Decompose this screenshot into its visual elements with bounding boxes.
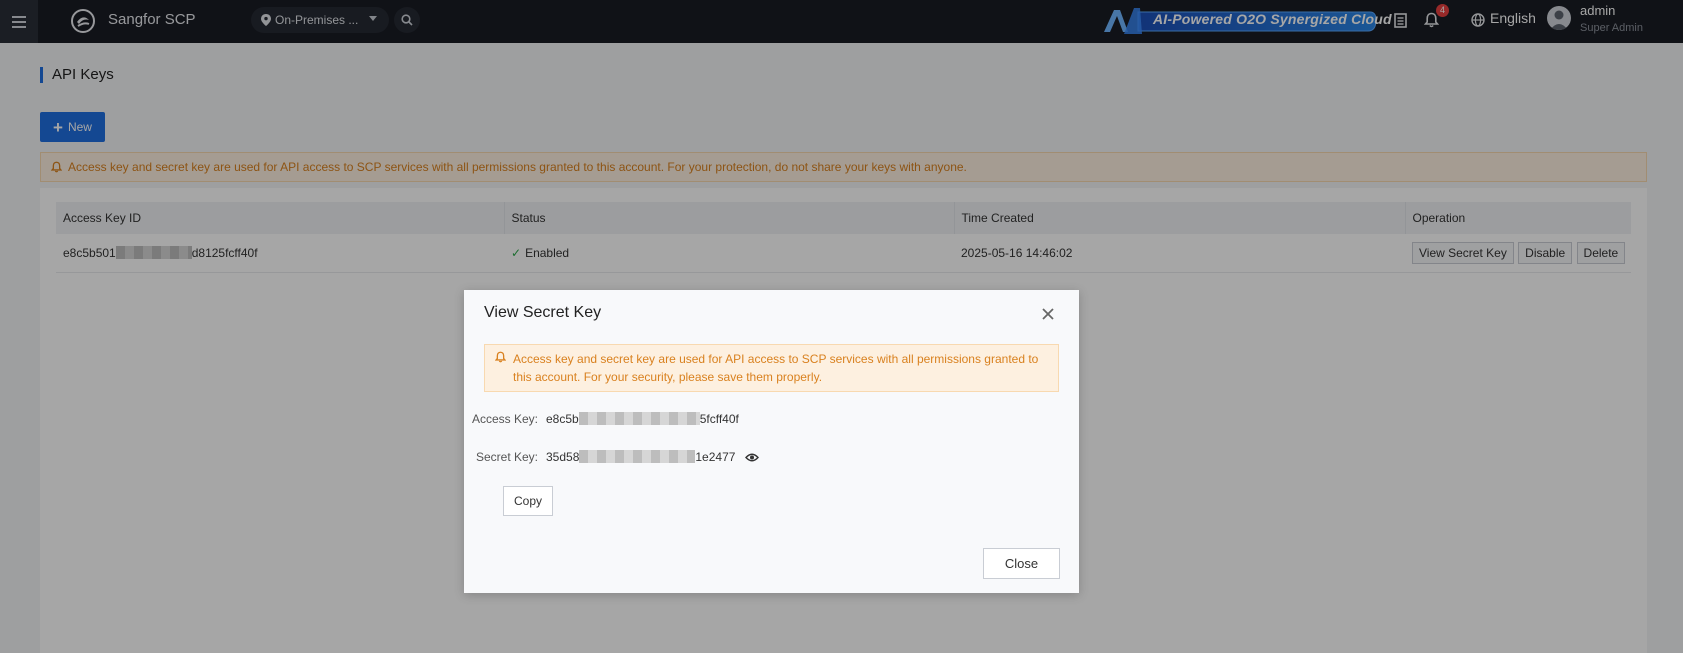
access-key-value-suffix: 5fcff40f	[699, 412, 739, 426]
secret-key-label: Secret Key:	[475, 450, 538, 464]
secret-key-value-suffix: 1e2477	[695, 450, 736, 464]
secret-key-value-prefix: 35d58	[546, 450, 580, 464]
close-icon[interactable]	[1038, 304, 1058, 324]
secret-key-row: Secret Key: 35d58 1e2477	[464, 450, 759, 464]
access-key-row: Access Key: e8c5b 5fcff40f	[464, 412, 739, 426]
access-key-value-prefix: e8c5b	[546, 412, 579, 426]
close-dialog-button[interactable]: Close	[983, 548, 1060, 579]
copy-button[interactable]: Copy	[503, 486, 553, 516]
dialog-warning-alert: Access key and secret key are used for A…	[484, 344, 1059, 392]
view-secret-key-dialog: View Secret Key Access key and secret ke…	[464, 290, 1079, 593]
eye-icon[interactable]	[744, 452, 759, 463]
redaction-mask	[579, 450, 696, 463]
redaction-mask	[578, 412, 700, 425]
dialog-title: View Secret Key	[484, 304, 602, 321]
bell-icon	[495, 351, 506, 363]
dialog-alert-text: Access key and secret key are used for A…	[513, 352, 1039, 384]
access-key-label: Access Key:	[471, 412, 538, 426]
